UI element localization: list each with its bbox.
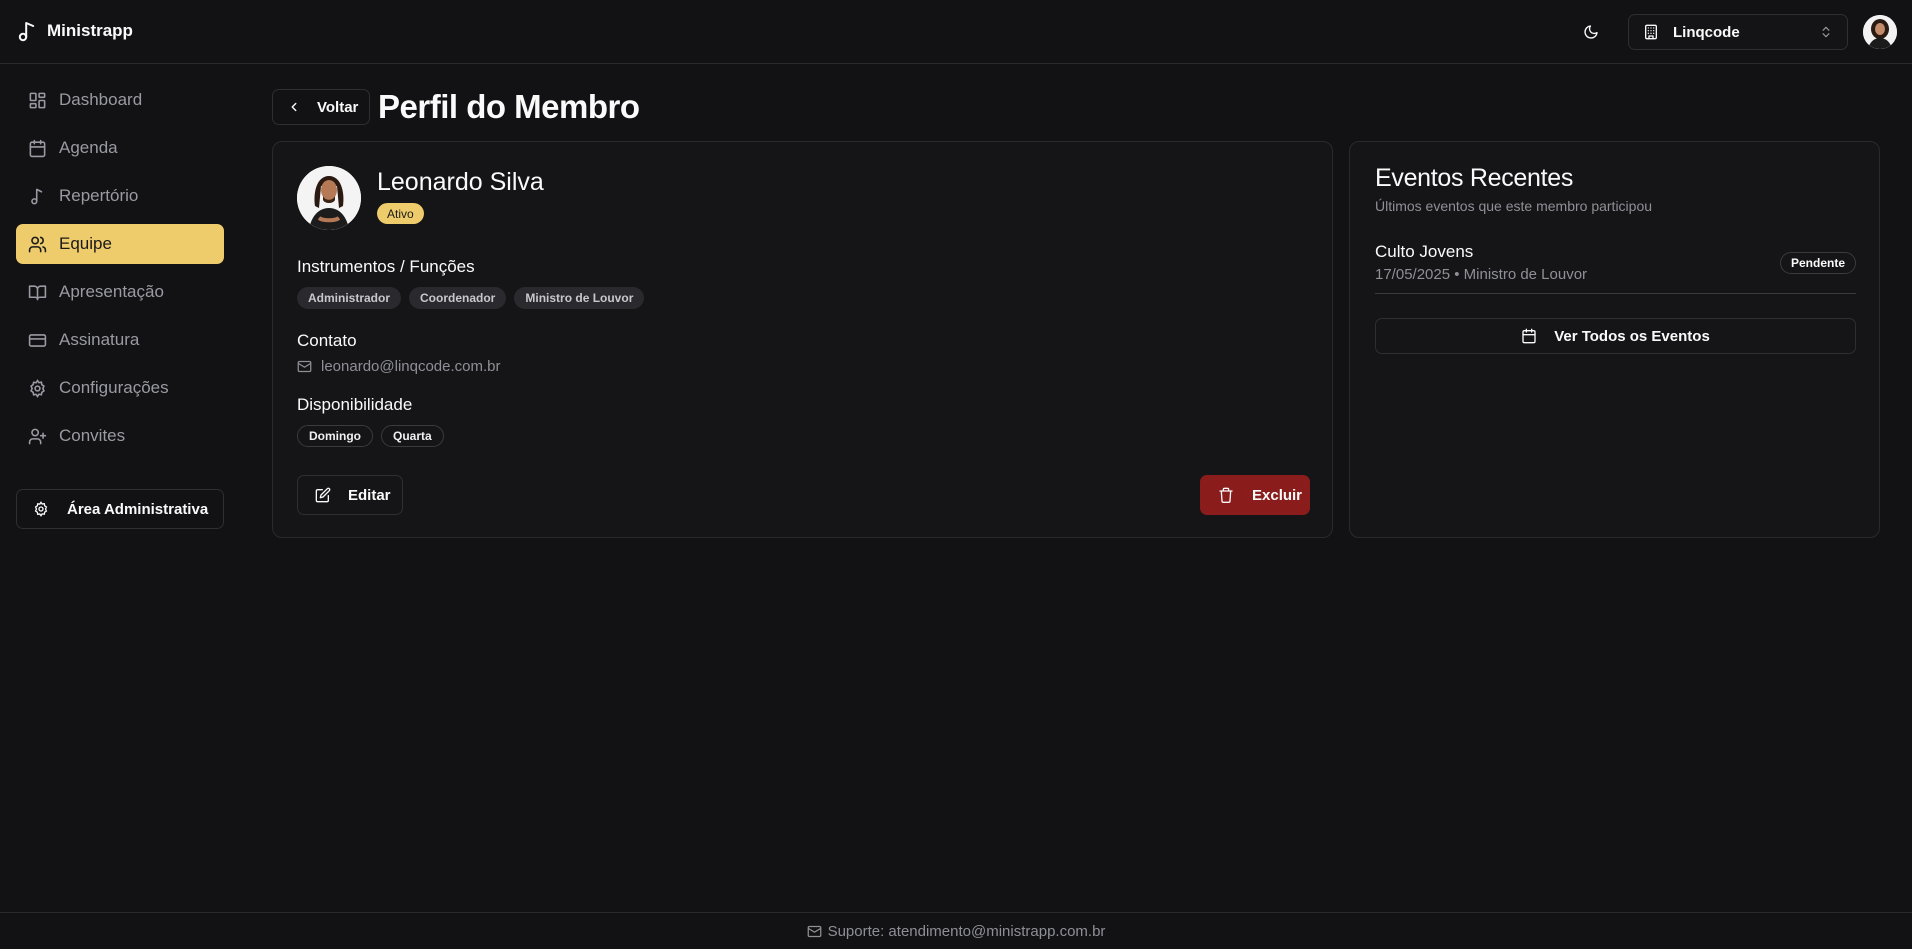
chevron-left-icon [287,100,301,114]
edit-button[interactable]: Editar [297,475,403,515]
sidebar-item-label: Repertório [59,186,139,205]
delete-label: Excluir [1252,486,1303,504]
back-button[interactable]: Voltar [272,89,370,125]
sidebar-item-configuracoes[interactable]: Configurações [16,368,224,408]
view-all-events-button[interactable]: Ver Todos os Eventos [1375,318,1856,354]
sidebar-item-label: Agenda [59,138,118,157]
brand[interactable]: Ministrapp [18,20,133,42]
users-icon [28,235,47,254]
organization-select[interactable]: Linqcode [1628,14,1848,50]
contact-section-title: Contato [297,331,357,350]
sidebar-item-convites[interactable]: Convites [16,416,224,456]
list-item[interactable]: Culto Jovens 17/05/2025 • Ministro de Lo… [1375,242,1856,294]
event-name: Culto Jovens [1375,242,1474,261]
mail-icon [297,359,312,374]
email-value[interactable]: leonardo@linqcode.com.br [321,358,501,375]
admin-area-label: Área Administrativa [67,500,209,518]
sidebar-item-label: Configurações [59,378,169,397]
moon-icon [1583,24,1599,40]
sidebar-item-agenda[interactable]: Agenda [16,128,224,168]
roles-list: Administrador Coordenador Ministro de Lo… [297,287,645,309]
sidebar: Dashboard Agenda Repertório Equipe Apres… [16,80,224,464]
building-icon [1643,24,1659,40]
recent-events-card: Eventos Recentes Últimos eventos que est… [1349,141,1880,538]
sidebar-item-label: Dashboard [59,90,143,109]
top-bar: Ministrapp Linqcode [0,0,1912,64]
availability-chip: Quarta [381,425,444,447]
gear-icon [28,378,47,398]
user-plus-icon [28,427,47,446]
edit-icon [315,487,331,503]
sidebar-item-repertorio[interactable]: Repertório [16,176,224,216]
status-badge: Ativo [377,203,424,224]
member-profile-card: Leonardo Silva Ativo Instrumentos / Funç… [272,141,1333,538]
organization-name: Linqcode [1673,23,1740,41]
events-title: Eventos Recentes [1375,164,1574,192]
sidebar-item-assinatura[interactable]: Assinatura [16,320,224,360]
theme-toggle-button[interactable] [1580,21,1602,43]
event-meta: 17/05/2025 • Ministro de Louvor [1375,266,1588,283]
delete-button[interactable]: Excluir [1200,475,1310,515]
chevron-up-down-icon [1819,25,1833,39]
admin-area-button[interactable]: Área Administrativa [16,489,224,529]
availability-section-title: Disponibilidade [297,395,413,414]
credit-card-icon [28,331,47,350]
role-chip: Ministro de Louvor [514,287,645,309]
member-name: Leonardo Silva [377,168,544,196]
calendar-icon [1521,328,1537,344]
sidebar-item-label: Assinatura [59,330,140,349]
user-avatar[interactable] [1863,15,1897,49]
contact-email: leonardo@linqcode.com.br [297,358,501,375]
sidebar-item-label: Equipe [59,234,112,253]
app-name: Ministrapp [47,21,133,40]
page-title: Perfil do Membro [378,88,640,125]
availability-list: Domingo Quarta [297,425,444,447]
sidebar-item-dashboard[interactable]: Dashboard [16,80,224,120]
sidebar-item-label: Apresentação [59,282,164,301]
sidebar-item-apresentacao[interactable]: Apresentação [16,272,224,312]
book-open-icon [28,283,47,302]
events-subtitle: Últimos eventos que este membro particip… [1375,198,1653,214]
availability-chip: Domingo [297,425,373,447]
support-text[interactable]: Suporte: atendimento@ministrapp.com.br [828,923,1106,940]
music-note-icon [28,187,47,206]
roles-section-title: Instrumentos / Funções [297,257,475,276]
view-all-events-label: Ver Todos os Eventos [1554,327,1710,345]
gear-icon [33,501,49,517]
role-chip: Coordenador [409,287,507,309]
calendar-icon [28,139,47,158]
member-avatar [297,166,361,230]
event-status-badge: Pendente [1779,252,1856,274]
edit-label: Editar [348,486,391,504]
dashboard-icon [28,91,47,110]
sidebar-item-label: Convites [59,426,126,445]
mail-icon [807,924,822,939]
footer: Suporte: atendimento@ministrapp.com.br [0,912,1912,949]
music-note-icon [18,20,36,42]
trash-icon [1218,487,1234,503]
role-chip: Administrador [297,287,402,309]
back-label: Voltar [317,98,359,116]
sidebar-item-equipe[interactable]: Equipe [16,224,224,264]
